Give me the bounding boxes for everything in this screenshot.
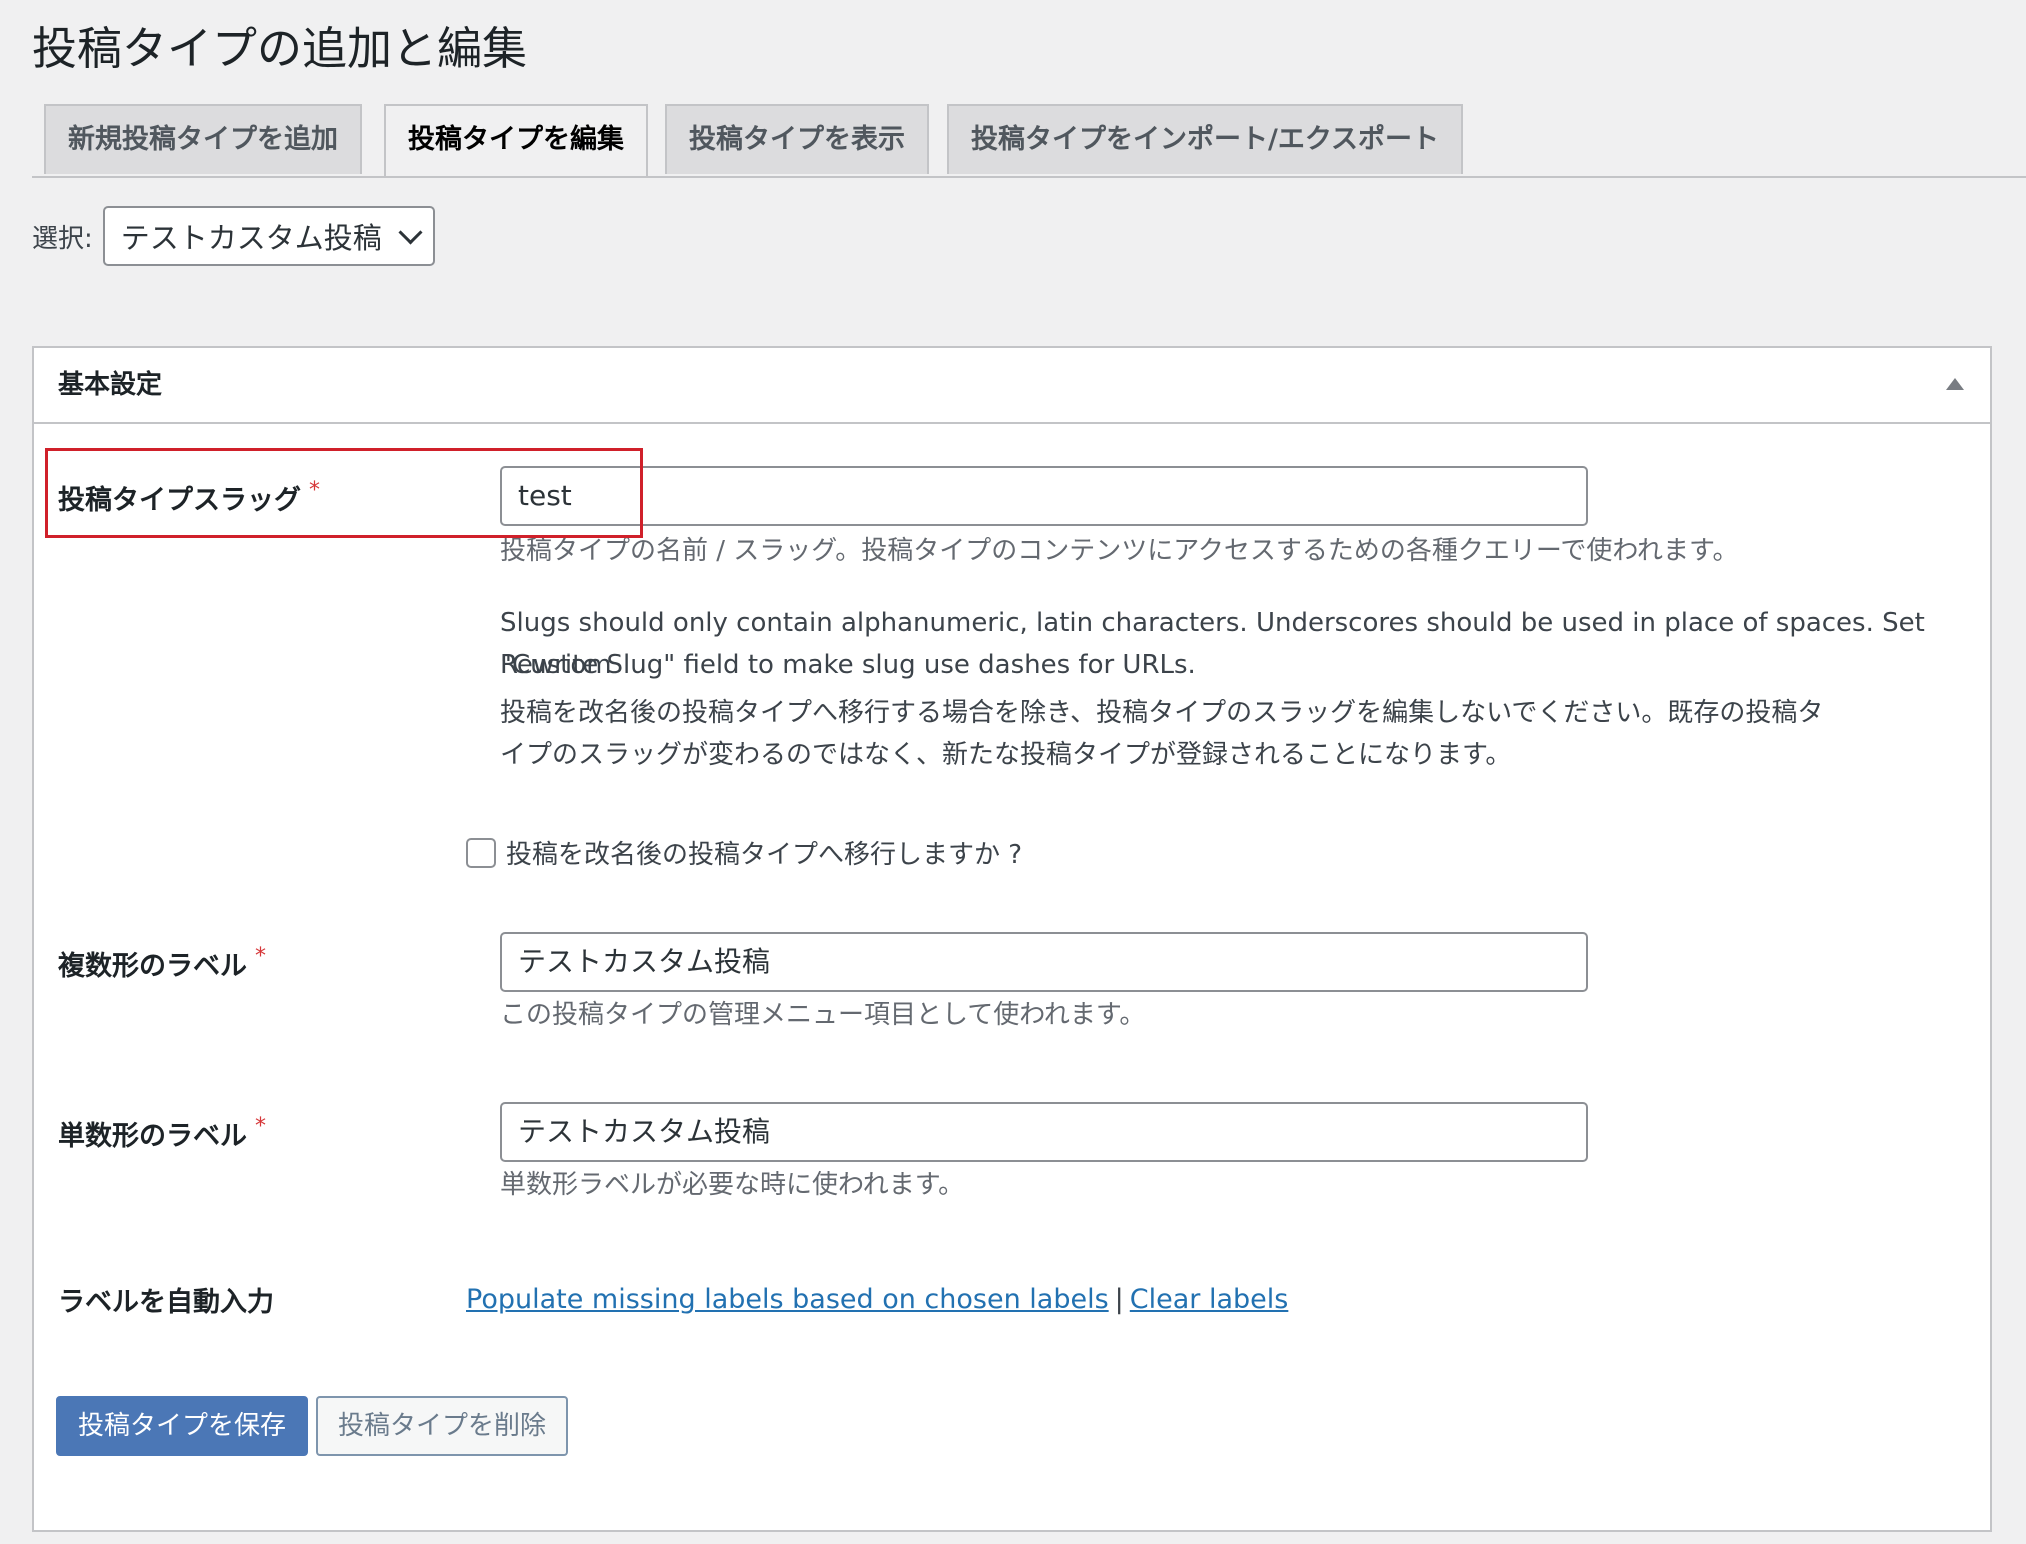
singular-label: 単数形のラベル * [58,1114,266,1153]
plural-label: 複数形のラベル * [58,944,266,983]
tab-edit[interactable]: 投稿タイプを編集 [384,104,648,176]
singular-description: 単数形ラベルが必要な時に使われます。 [500,1170,965,1200]
select-label: 選択: [32,223,93,254]
required-marker: * [255,1114,266,1139]
select-value: テストカスタム投稿 [120,221,382,255]
clear-labels-link[interactable]: Clear labels [1130,1284,1289,1315]
tab-view[interactable]: 投稿タイプを表示 [665,104,929,174]
plural-label-input[interactable]: テストカスタム投稿 [500,932,1588,992]
populate-labels-link[interactable]: Populate missing labels based on chosen … [466,1284,1109,1315]
slug-warning-line2: イプのスラッグが変わるのではなく、新たな投稿タイプが登録されることになります。 [500,740,1512,770]
chevron-down-icon [398,219,423,245]
autofill-links: Populate missing labels based on chosen … [466,1276,1288,1324]
singular-label-text: 単数形のラベル [58,1121,247,1152]
tab-add-new[interactable]: 新規投稿タイプを追加 [44,104,362,174]
slug-input[interactable]: test [500,466,1588,526]
plural-label-text: 複数形のラベル [58,951,247,982]
migrate-checkbox-row: 投稿を改名後の投稿タイプへ移行しますか ? [466,834,1022,871]
panel-header[interactable]: 基本設定 [34,348,1990,424]
post-type-select[interactable]: テストカスタム投稿 [102,206,435,266]
slug-hint-line2: Rewrite Slug" field to make slug use das… [500,650,1196,680]
autofill-label: ラベルを自動入力 [58,1287,274,1318]
link-separator: | [1114,1284,1124,1315]
singular-label-input[interactable]: テストカスタム投稿 [500,1102,1588,1162]
slug-warning-line1: 投稿を改名後の投稿タイプへ移行する場合を除き、投稿タイプのスラッグを編集しないで… [500,698,1824,728]
collapse-triangle-icon[interactable] [1946,378,1964,390]
plural-description: この投稿タイプの管理メニュー項目として使われます。 [500,1000,1146,1030]
migrate-checkbox-label[interactable]: 投稿を改名後の投稿タイプへ移行しますか ? [506,834,1022,871]
post-type-selector-row: 選択: テストカスタム投稿 [32,206,435,266]
delete-post-type-button[interactable]: 投稿タイプを削除 [316,1396,569,1456]
save-post-type-button[interactable]: 投稿タイプを保存 [56,1396,309,1456]
panel-title: 基本設定 [58,370,163,400]
annotation-highlight-box [45,448,643,538]
tab-import-export[interactable]: 投稿タイプをインポート/エクスポート [947,104,1464,174]
page-title: 投稿タイプの追加と編集 [32,22,528,75]
tab-bar: 新規投稿タイプを追加 投稿タイプを編集 投稿タイプを表示 投稿タイプをインポート… [32,102,2026,178]
required-marker: * [255,944,266,969]
migrate-checkbox[interactable] [466,837,496,868]
slug-description: 投稿タイプの名前 / スラッグ。投稿タイプのコンテンツにアクセスするための各種ク… [500,536,1739,566]
